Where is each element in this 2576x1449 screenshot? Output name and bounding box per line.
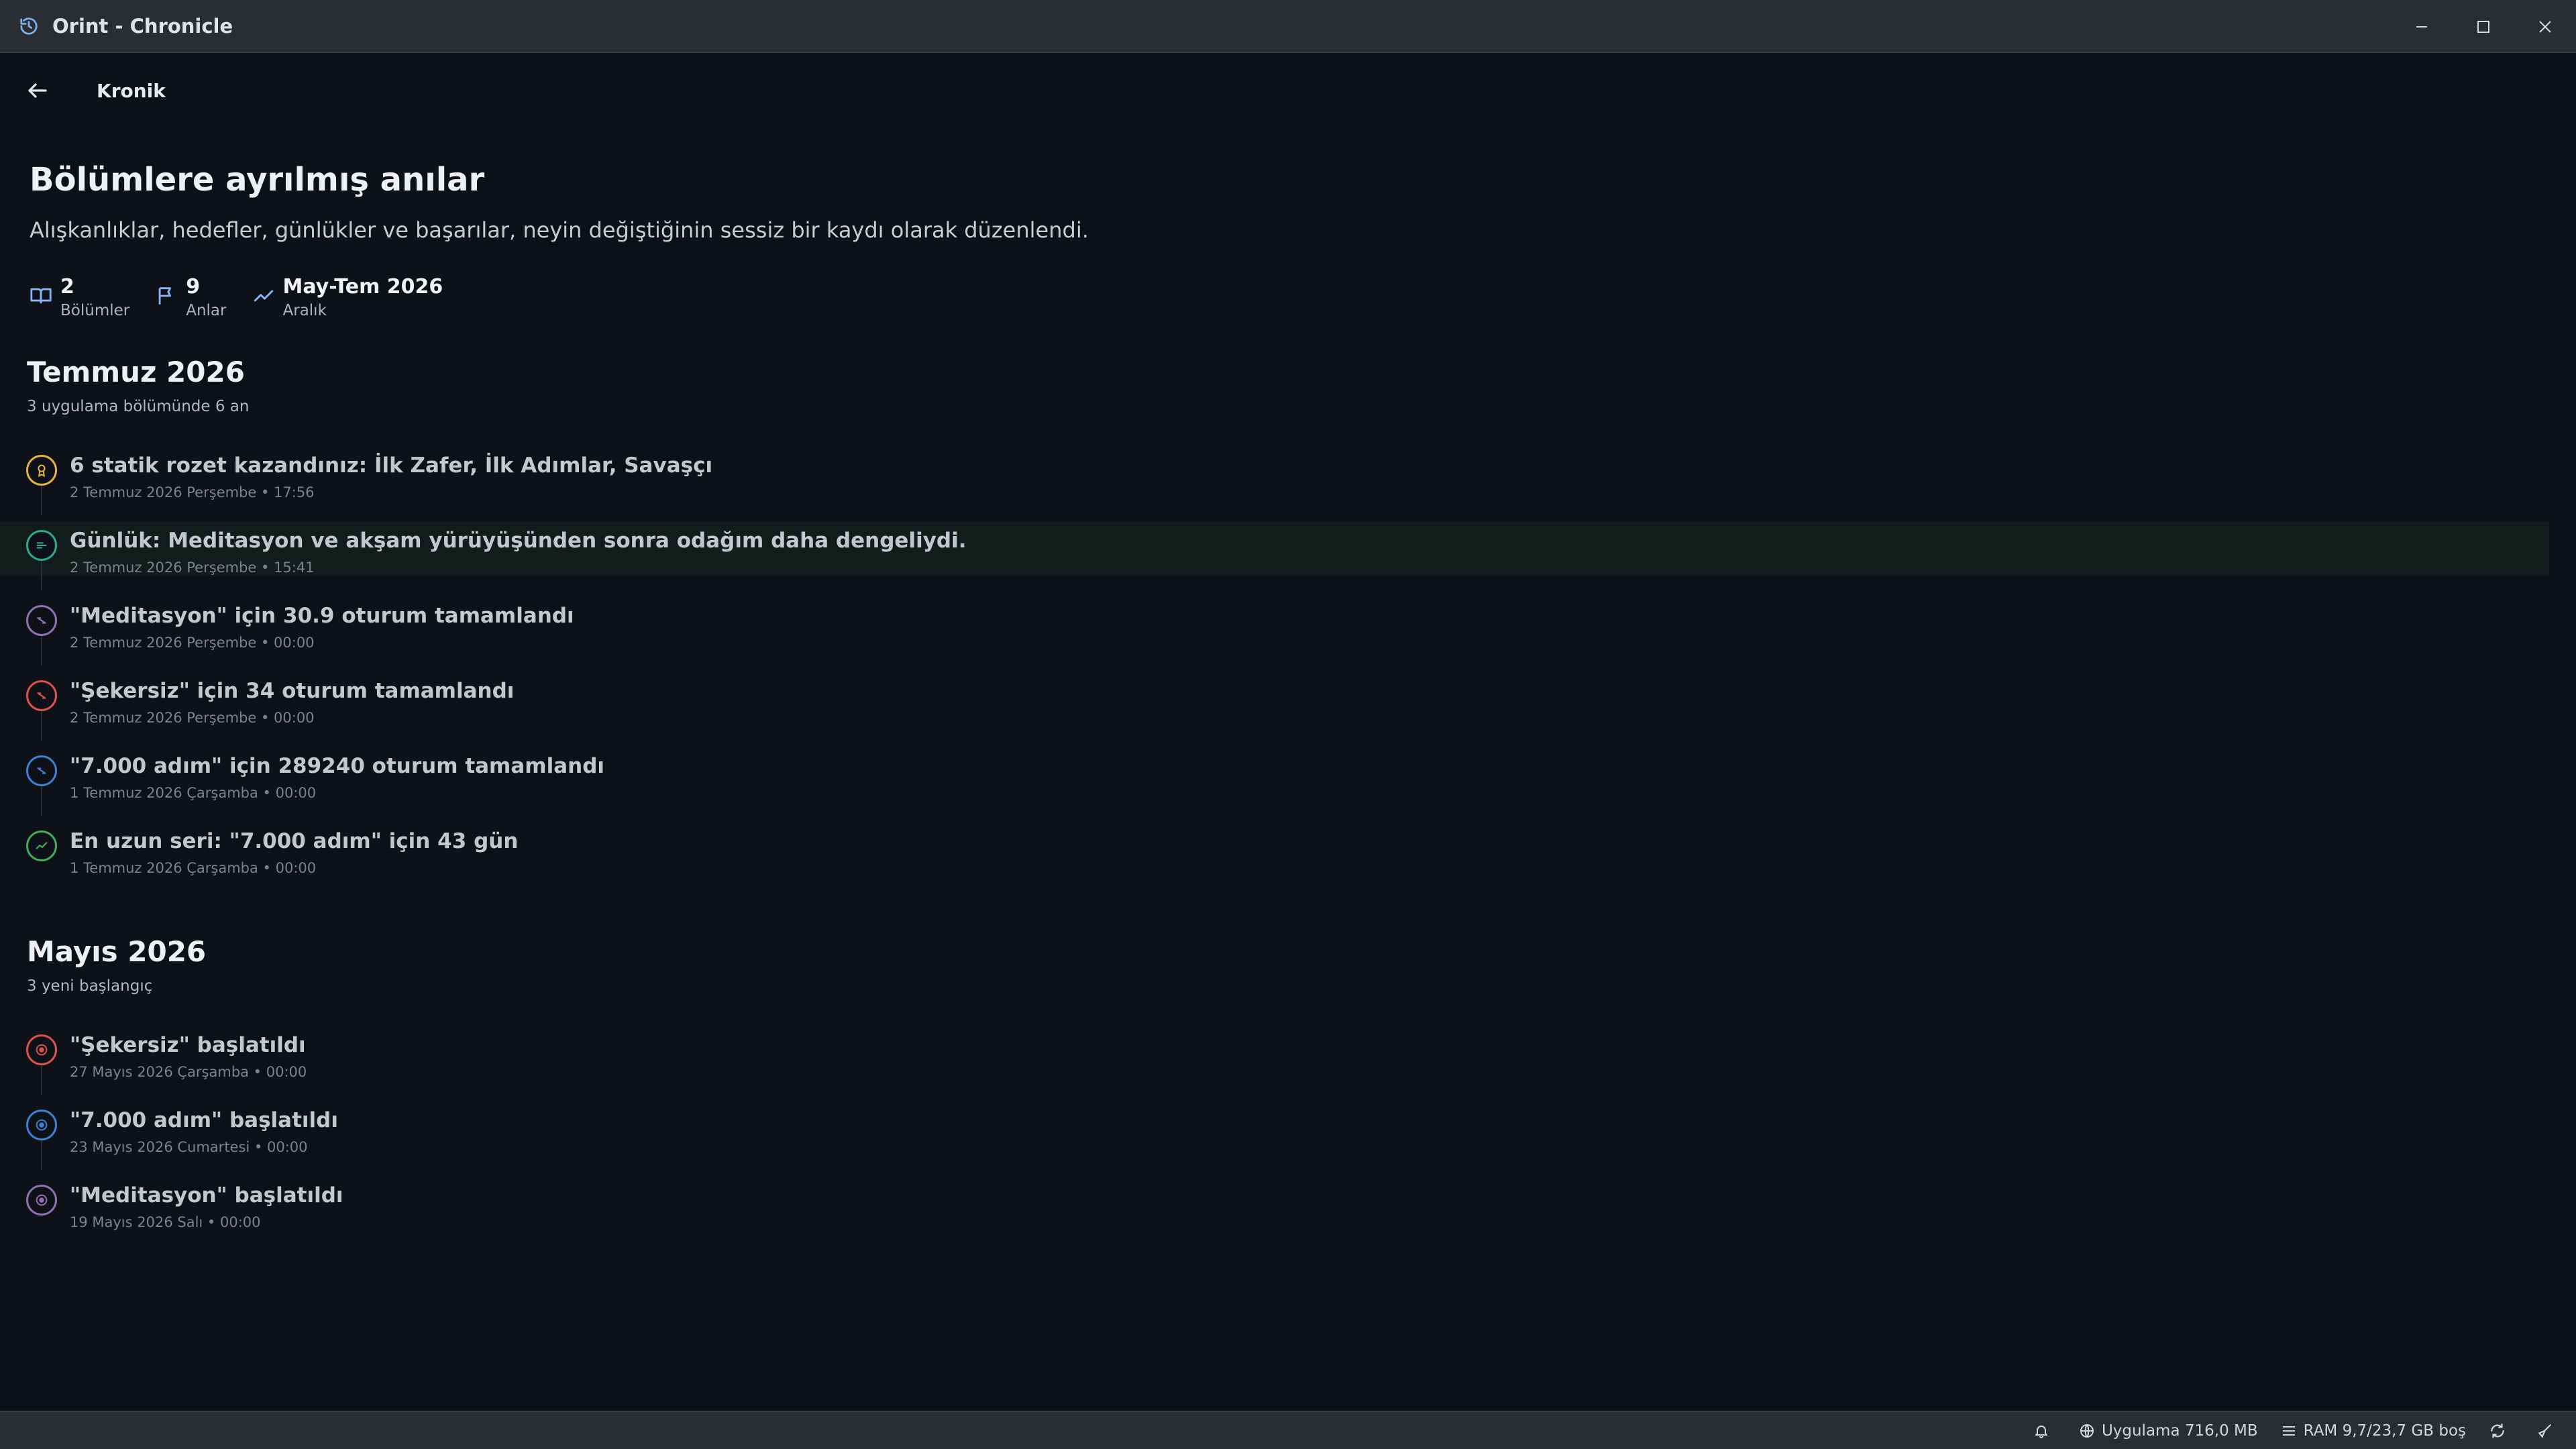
stat-moments: 9 Anlar [155, 274, 227, 321]
stat-chapters: 2 Bölümler [30, 274, 129, 321]
item-meta: 1 Temmuz 2026 Çarşamba • 00:00 [70, 785, 317, 801]
title-bar: Orint - Chronicle [0, 0, 2576, 53]
stat-range: May-Tem 2026 Aralık [252, 274, 443, 321]
refresh-button[interactable] [2489, 1422, 2513, 1440]
stat-value: 2 [60, 275, 74, 299]
timeline-connector [41, 636, 42, 665]
item-meta: 1 Temmuz 2026 Çarşamba • 00:00 [70, 860, 317, 876]
item-title: Günlük: Meditasyon ve akşam yürüyüşünden… [70, 529, 967, 553]
maximize-button[interactable] [2453, 0, 2514, 53]
target-icon [26, 1185, 57, 1216]
item-title: "Meditasyon" başlatıldı [70, 1183, 343, 1208]
item-meta: 2 Temmuz 2026 Perşembe • 00:00 [70, 635, 315, 651]
memory-icon [2282, 1426, 2295, 1436]
trend-icon [252, 284, 275, 307]
target-icon [26, 1110, 57, 1140]
stats-row: 2 Bölümler 9 Anlar May-Tem 2026 Aralık [30, 274, 468, 321]
timeline-connector [41, 786, 42, 816]
item-title: "Şekersiz" başlatıldı [70, 1033, 306, 1057]
window-controls [2391, 0, 2576, 53]
target-icon [26, 1034, 57, 1065]
flag-icon [155, 284, 178, 307]
stat-value: 9 [186, 275, 201, 299]
app-memory-text: Uygulama 716,0 MB [2101, 1421, 2258, 1440]
hero-title: Bölümlere ayrılmış anılar [30, 161, 485, 199]
minimize-button[interactable] [2391, 0, 2453, 53]
timeline-item[interactable]: En uzun seri: "7.000 adım" için 43 gün 1… [0, 822, 2549, 876]
timeline-item[interactable]: 6 statik rozet kazandınız: İlk Zafer, İl… [0, 447, 2549, 515]
window-title: Orint - Chronicle [52, 14, 233, 38]
item-title: "7.000 adım" başlatıldı [70, 1108, 338, 1132]
journal-icon [26, 530, 57, 561]
timeline-item[interactable]: "Şekersiz" başlatıldı 27 Mayıs 2026 Çarş… [0, 1026, 2549, 1095]
stat-label: Anlar [186, 302, 227, 319]
recycle-icon [2491, 1423, 2504, 1438]
close-icon [2539, 20, 2551, 33]
timeline-connector [41, 1065, 42, 1095]
item-title: "Şekersiz" için 34 oturum tamamlandı [70, 679, 515, 703]
award-icon [26, 455, 57, 486]
stat-value: May-Tem 2026 [282, 275, 443, 299]
timeline-item[interactable]: Günlük: Meditasyon ve akşam yürüyüşünden… [0, 522, 2549, 590]
arrow-left-icon [28, 83, 47, 98]
timeline-item[interactable]: "7.000 adım" için 289240 oturum tamamlan… [0, 747, 2549, 816]
history-icon [19, 16, 39, 36]
timeline-connector [41, 1140, 42, 1170]
trend-icon [26, 830, 57, 861]
timeline-item[interactable]: "Meditasyon" için 30.9 oturum tamamlandı… [0, 597, 2549, 665]
timeline-connector [41, 486, 42, 515]
globe-icon [2080, 1424, 2094, 1438]
ram-text: RAM 9,7/23,7 GB boş [2303, 1421, 2466, 1440]
item-title: "7.000 adım" için 289240 oturum tamamlan… [70, 754, 605, 778]
progress-icon [26, 605, 57, 636]
app-memory-indicator: Uygulama 716,0 MB [2079, 1422, 2258, 1440]
section-subtitle: 3 uygulama bölümünde 6 an [27, 398, 250, 415]
ram-indicator: RAM 9,7/23,7 GB boş [2281, 1422, 2466, 1440]
page-title: Kronik [97, 79, 166, 102]
item-meta: 2 Temmuz 2026 Perşembe • 00:00 [70, 710, 315, 726]
item-meta: 2 Temmuz 2026 Perşembe • 17:56 [70, 484, 315, 500]
bell-icon [2035, 1425, 2047, 1438]
book-open-icon [30, 284, 52, 307]
clean-button[interactable] [2536, 1422, 2560, 1440]
timeline-item[interactable]: "7.000 adım" başlatıldı 23 Mayıs 2026 Cu… [0, 1102, 2549, 1170]
progress-icon [26, 755, 57, 786]
timeline-item[interactable]: "Şekersiz" için 34 oturum tamamlandı 2 T… [0, 672, 2549, 741]
stat-label: Bölümler [60, 302, 130, 319]
item-meta: 23 Mayıs 2026 Cumartesi • 00:00 [70, 1139, 308, 1155]
item-meta: 2 Temmuz 2026 Perşembe • 15:41 [70, 559, 315, 576]
back-button[interactable] [17, 70, 58, 111]
timeline-connector [41, 711, 42, 741]
status-bar: Uygulama 716,0 MB RAM 9,7/23,7 GB boş [0, 1411, 2576, 1449]
hero-subtitle: Alışkanlıklar, hedefler, günlükler ve ba… [30, 217, 1089, 243]
stat-label: Aralık [282, 302, 327, 319]
section-subtitle: 3 yeni başlangıç [27, 977, 153, 995]
item-title: 6 statik rozet kazandınız: İlk Zafer, İl… [70, 453, 713, 478]
timeline-connector [41, 561, 42, 590]
nav-bar: Kronik [0, 53, 2576, 128]
timeline-item[interactable]: "Meditasyon" başlatıldı 19 Mayıs 2026 Sa… [0, 1177, 2549, 1230]
maximize-icon [2477, 20, 2489, 33]
close-button[interactable] [2514, 0, 2576, 53]
item-meta: 19 Mayıs 2026 Salı • 00:00 [70, 1214, 261, 1230]
item-title: En uzun seri: "7.000 adım" için 43 gün [70, 829, 519, 853]
progress-icon [26, 680, 57, 711]
minimize-icon [2416, 25, 2427, 28]
item-title: "Meditasyon" için 30.9 oturum tamamlandı [70, 604, 574, 628]
notifications-button[interactable] [2033, 1423, 2056, 1439]
broom-icon [2538, 1424, 2551, 1438]
item-meta: 27 Mayıs 2026 Çarşamba • 00:00 [70, 1064, 307, 1080]
section-title: Mayıs 2026 [27, 935, 207, 968]
section-title: Temmuz 2026 [27, 356, 245, 388]
